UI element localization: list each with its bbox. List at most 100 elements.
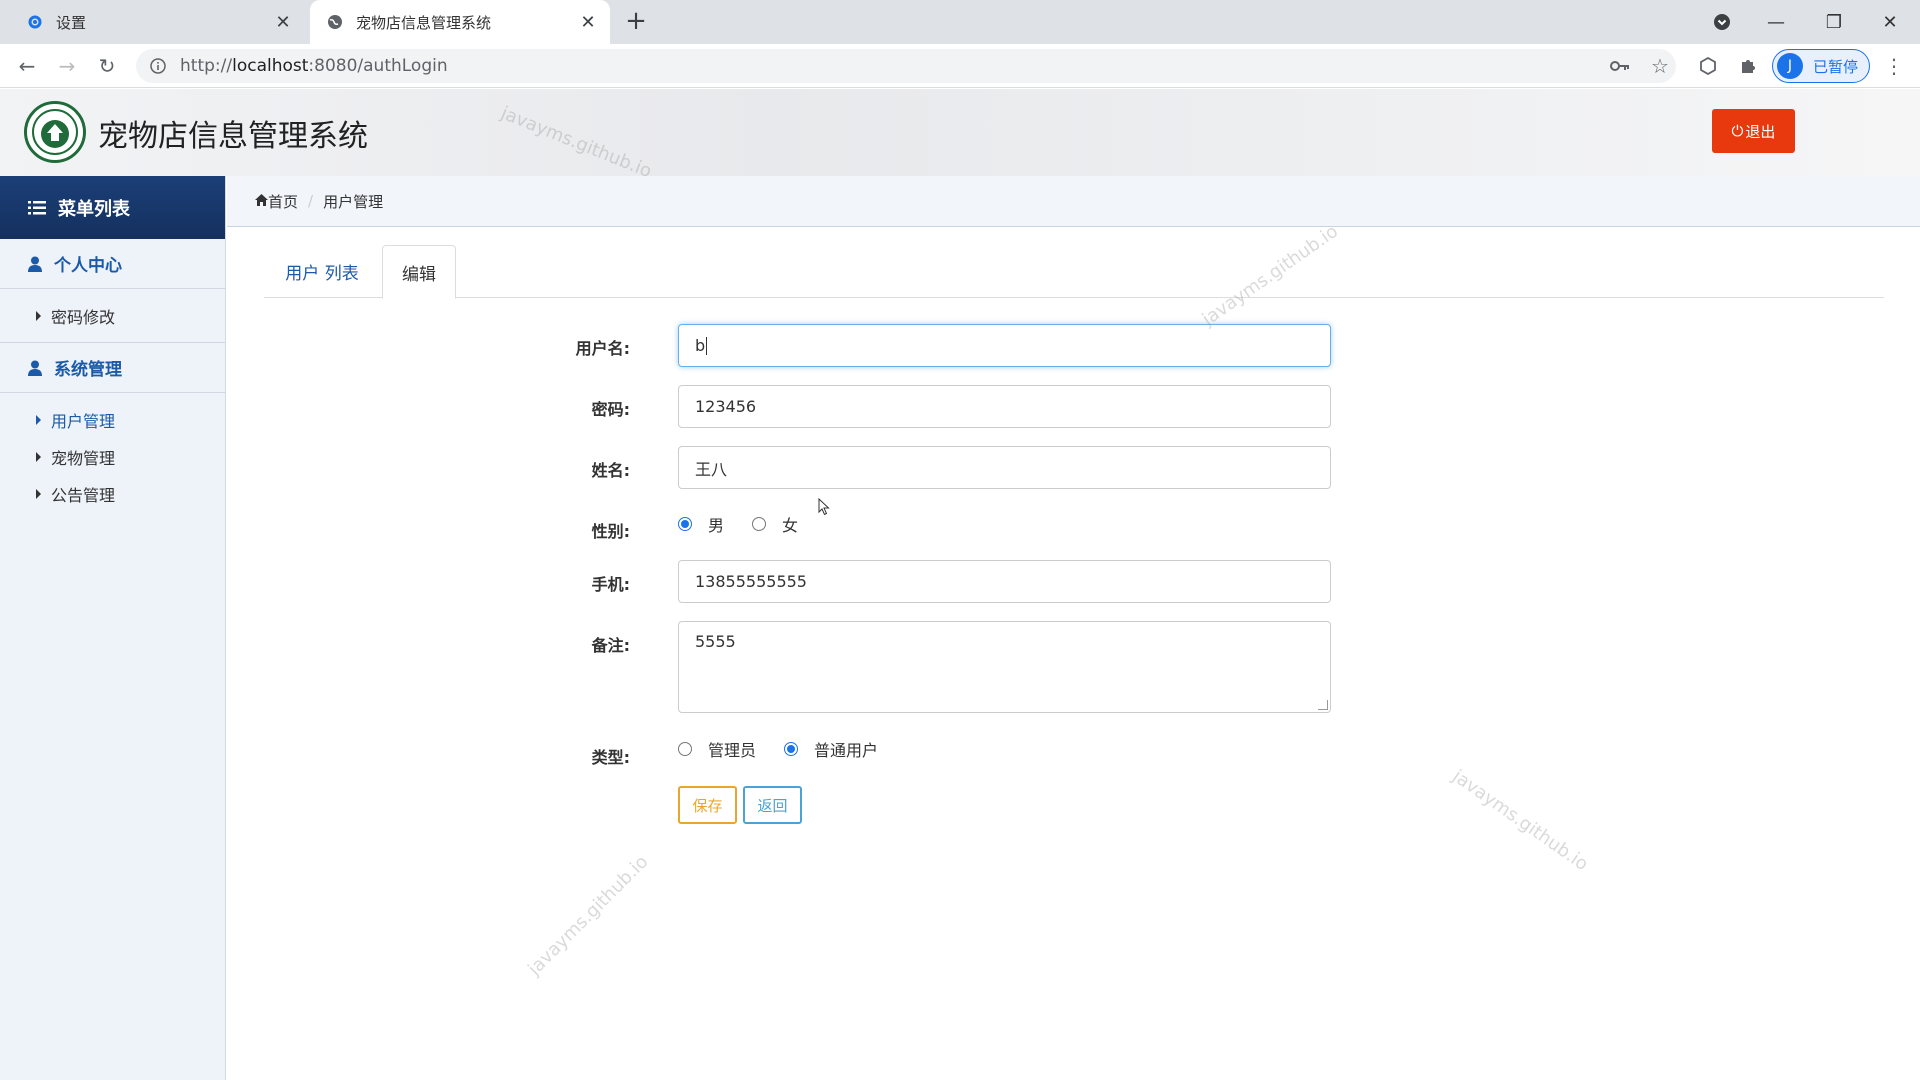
breadcrumb: 首页 / 用户管理 — [227, 176, 1920, 227]
type-label: 类型: — [591, 748, 630, 767]
username-label: 用户名: — [575, 339, 630, 358]
url-path: :8080/authLogin — [308, 56, 448, 76]
browser-tab-title: 宠物店信息管理系统 — [356, 13, 492, 32]
back-arrow-icon[interactable]: ← — [13, 52, 41, 80]
user-icon — [28, 256, 42, 272]
name-value: 王八 — [695, 459, 728, 479]
sidebar-group-personal[interactable]: 个人中心 — [0, 239, 225, 289]
reload-icon[interactable]: ↻ — [93, 52, 121, 80]
sidebar-item-users[interactable]: 用户管理 — [0, 401, 225, 438]
phone-label: 手机: — [591, 575, 630, 594]
sidebar-group-system[interactable]: 系统管理 — [0, 343, 225, 393]
app-title: 宠物店信息管理系统 — [98, 119, 368, 154]
tab-search-icon[interactable] — [1694, 0, 1750, 44]
browser-tab-title: 设置 — [56, 13, 87, 32]
tab-user-list[interactable]: 用户 列表 — [264, 245, 380, 298]
address-bar: ← → ↻ http://localhost:8080/authLogin ☆ … — [0, 44, 1920, 88]
username-value: b — [695, 336, 706, 355]
caret-right-icon — [36, 451, 41, 462]
sidebar-item-password[interactable]: 密码修改 — [0, 297, 225, 334]
logo — [24, 101, 86, 163]
gender-radio-group: 男 女 — [678, 512, 826, 536]
gender-label: 性别: — [591, 522, 630, 541]
browser-tab-bar: 设置 ✕ 宠物店信息管理系统 ✕ + — ❐ ✕ — [0, 0, 1920, 44]
forward-arrow-icon[interactable]: → — [53, 52, 81, 80]
type-user-label[interactable]: 普通用户 — [814, 737, 878, 761]
avatar: J — [1777, 53, 1803, 79]
password-value: 123456 — [695, 397, 757, 416]
phone-field[interactable]: 13855555555 — [678, 560, 1331, 603]
more-menu-icon[interactable]: ⋮ — [1880, 52, 1908, 80]
key-icon[interactable] — [1604, 49, 1636, 83]
list-icon — [28, 200, 46, 215]
remark-label: 备注: — [591, 636, 630, 655]
info-icon[interactable] — [148, 56, 168, 76]
resize-handle-icon[interactable] — [1318, 700, 1328, 710]
back-button[interactable]: 返回 — [743, 786, 802, 824]
breadcrumb-separator: / — [308, 192, 314, 210]
save-button[interactable]: 保存 — [678, 786, 737, 824]
profile-status: 已暂停 — [1813, 57, 1859, 76]
watermark: javayms.github.io — [1448, 765, 1592, 876]
logout-label: 退出 — [1745, 122, 1776, 141]
password-label: 密码: — [591, 400, 630, 419]
sidebar-item-label: 宠物管理 — [51, 448, 116, 468]
browser-tab-settings[interactable]: 设置 ✕ — [10, 0, 305, 44]
close-icon[interactable]: ✕ — [578, 12, 598, 33]
profile-button[interactable]: J 已暂停 — [1772, 49, 1870, 83]
watermark: javayms.github.io — [524, 851, 653, 980]
gender-male-label[interactable]: 男 — [708, 512, 724, 536]
sidebar-group-label: 系统管理 — [54, 360, 122, 380]
sidebar-submenu: 用户管理 宠物管理 公告管理 — [0, 393, 225, 520]
extension-icon[interactable] — [1694, 52, 1722, 80]
app-header: 宠物店信息管理系统 ⏻ 退出 — [0, 89, 1920, 176]
type-admin-radio[interactable] — [678, 742, 692, 756]
breadcrumb-current: 用户管理 — [323, 192, 384, 211]
user-icon — [28, 360, 42, 376]
phone-value: 13855555555 — [695, 572, 807, 591]
gender-female-radio[interactable] — [752, 517, 767, 531]
url-field[interactable]: http://localhost:8080/authLogin ☆ — [136, 49, 1676, 83]
gear-icon — [26, 13, 44, 31]
star-icon[interactable]: ☆ — [1644, 49, 1676, 83]
remark-textarea[interactable]: 5555 — [678, 621, 1331, 713]
close-icon[interactable]: ✕ — [273, 12, 293, 33]
gender-male-radio[interactable] — [678, 517, 692, 531]
caret-right-icon — [36, 414, 41, 425]
sidebar: 菜单列表 个人中心 密码修改 系统管理 用户管理 宠物管理 公告管理 — [0, 176, 226, 1080]
minimize-icon[interactable]: — — [1748, 0, 1804, 44]
sidebar-item-notices[interactable]: 公告管理 — [0, 475, 225, 512]
username-field[interactable]: b — [678, 324, 1331, 367]
caret-right-icon — [36, 488, 41, 499]
caret-right-icon — [36, 310, 41, 321]
sidebar-header-label: 菜单列表 — [58, 198, 130, 220]
remark-value: 5555 — [695, 632, 736, 651]
sidebar-header: 菜单列表 — [0, 176, 225, 239]
password-field[interactable]: 123456 — [678, 385, 1331, 428]
type-admin-label[interactable]: 管理员 — [708, 737, 756, 761]
gender-female-label[interactable]: 女 — [782, 512, 798, 536]
logout-button[interactable]: ⏻ 退出 — [1712, 109, 1795, 153]
restore-icon[interactable]: ❐ — [1806, 0, 1862, 44]
type-user-radio[interactable] — [784, 742, 799, 756]
new-tab-button[interactable]: + — [622, 8, 650, 36]
tab-edit[interactable]: 编辑 — [382, 245, 456, 299]
mouse-pointer-icon — [818, 497, 830, 520]
text-cursor — [706, 336, 708, 355]
url-scheme: http:// — [180, 56, 233, 76]
page-tabs: 用户 列表 编辑 — [264, 245, 1884, 299]
globe-icon — [326, 13, 344, 31]
browser-tab-app[interactable]: 宠物店信息管理系统 ✕ — [310, 0, 610, 44]
sidebar-group-label: 个人中心 — [54, 256, 122, 276]
puzzle-icon[interactable] — [1734, 52, 1762, 80]
sidebar-submenu: 密码修改 — [0, 289, 225, 343]
home-icon — [255, 192, 268, 210]
name-label: 姓名: — [591, 461, 630, 480]
url-text: http://localhost:8080/authLogin — [180, 56, 448, 76]
name-field[interactable]: 王八 — [678, 446, 1331, 489]
breadcrumb-home[interactable]: 首页 — [268, 191, 298, 212]
type-radio-group: 管理员 普通用户 — [678, 737, 906, 761]
url-host: localhost — [232, 56, 309, 76]
sidebar-item-pets[interactable]: 宠物管理 — [0, 438, 225, 475]
window-close-icon[interactable]: ✕ — [1862, 0, 1918, 44]
